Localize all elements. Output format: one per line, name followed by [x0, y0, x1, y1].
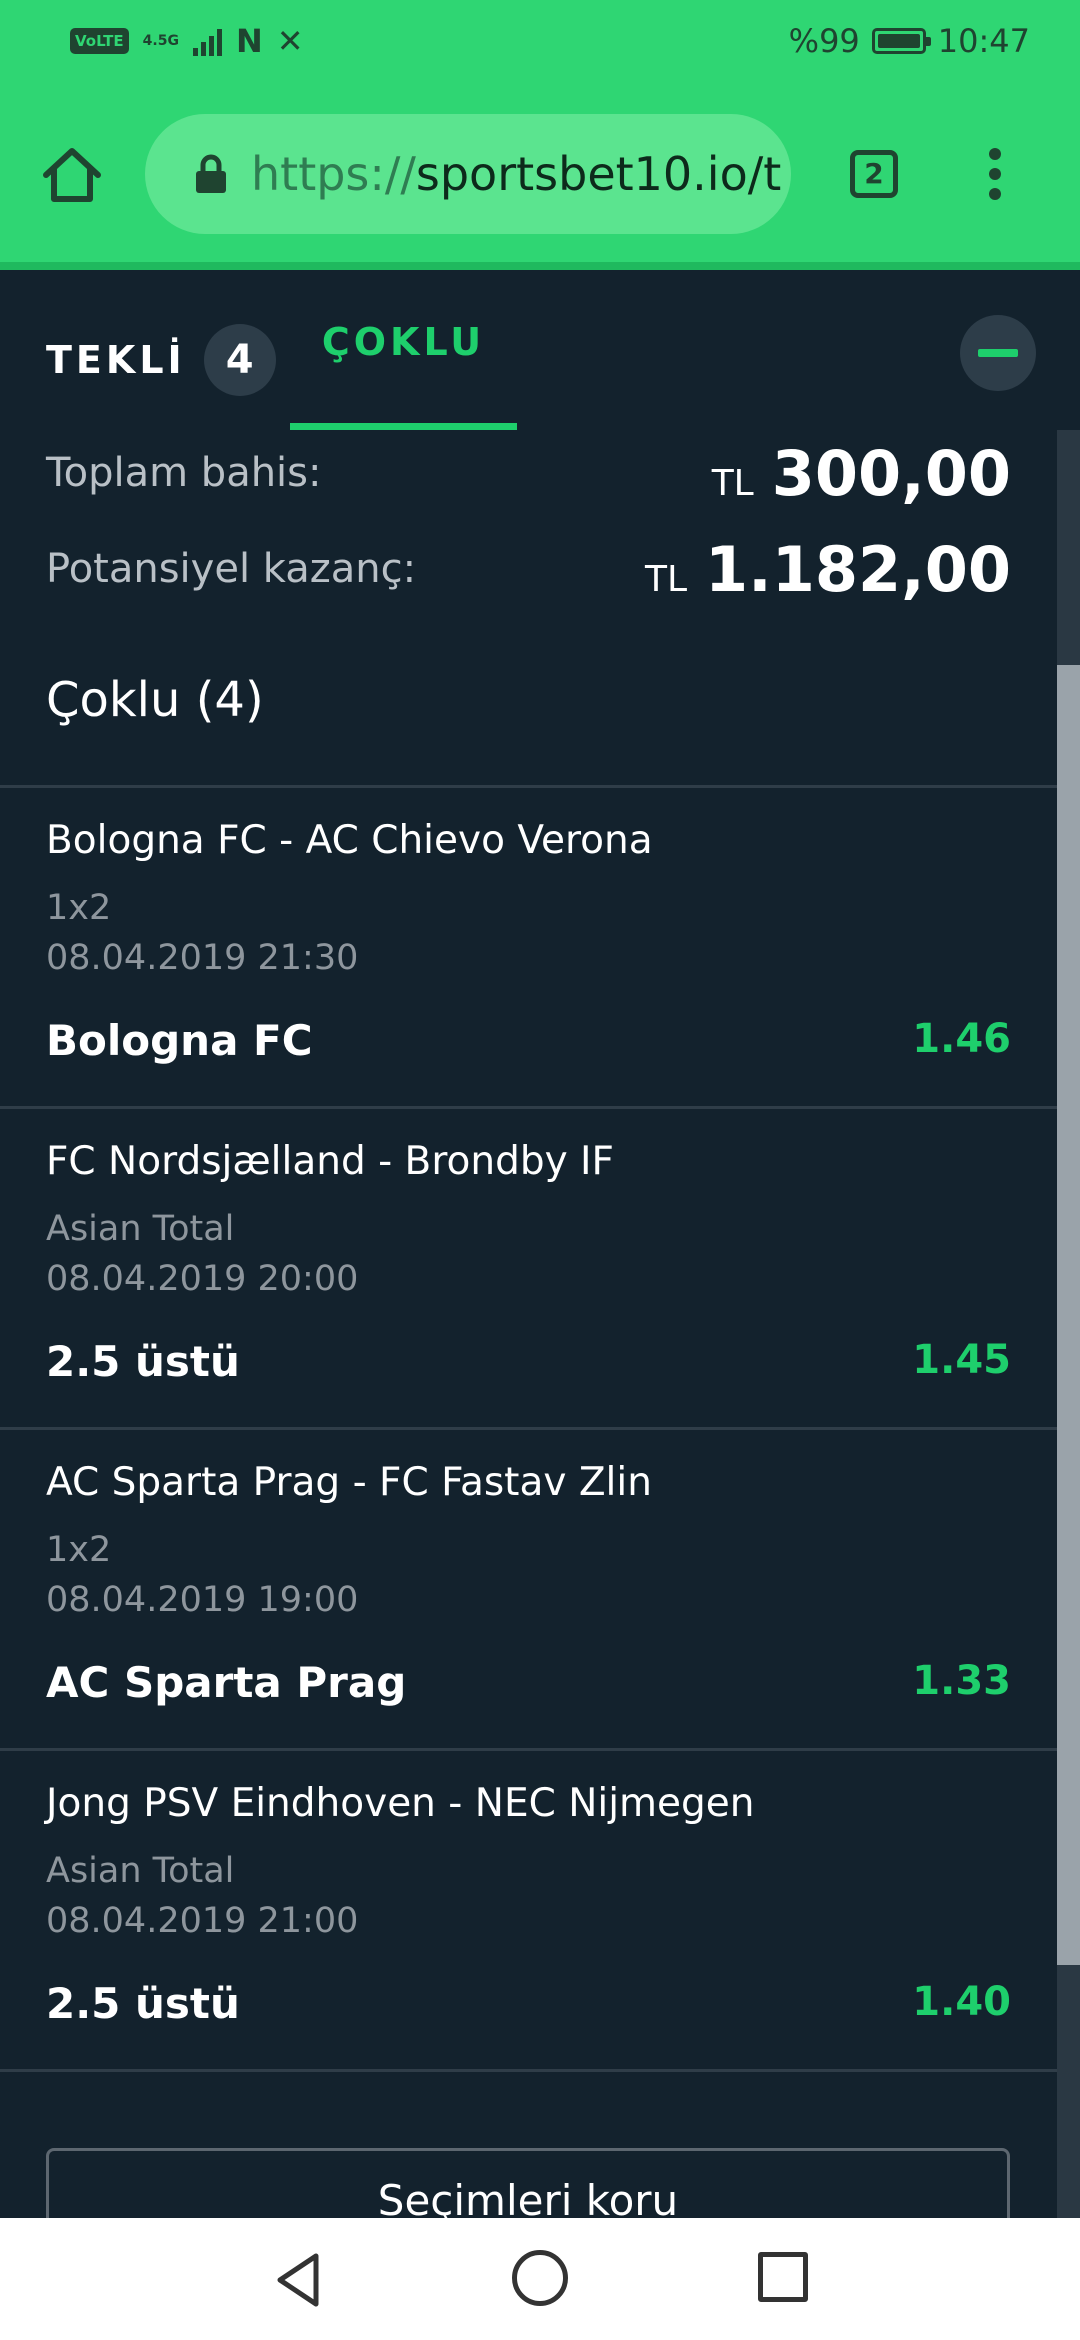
list-item[interactable]: FC Nordsjælland - Brondby IF Asian Total…: [0, 1109, 1057, 1429]
selection-pick: AC Sparta Prag: [46, 1658, 407, 1707]
selection-pick: 2.5 üstü: [46, 1337, 240, 1386]
total-stake-label: Toplam bahis:: [46, 450, 322, 496]
url-scheme: https://: [251, 147, 416, 201]
nav-back-icon[interactable]: [270, 2250, 330, 2310]
total-stake-row: Toplam bahis: TL 300,00: [46, 430, 1011, 510]
list-item[interactable]: Bologna FC - AC Chievo Verona 1x2 08.04.…: [0, 788, 1057, 1108]
event-name: Bologna FC - AC Chievo Verona: [46, 818, 653, 863]
clock: 10:47: [937, 22, 1030, 60]
lock-icon: [196, 154, 226, 193]
selection-odds: 1.45: [912, 1337, 1011, 1383]
tab-single[interactable]: TEKLİ 4: [46, 324, 276, 396]
tab-multi-label: ÇOKLU: [321, 320, 486, 364]
selection-pick: 2.5 üstü: [46, 1979, 240, 2028]
event-name: FC Nordsjælland - Brondby IF: [46, 1139, 614, 1184]
selection-pick: Bologna FC: [46, 1016, 313, 1065]
list-item[interactable]: Jong PSV Eindhoven - NEC Nijmegen Asian …: [0, 1751, 1057, 2071]
url-bar[interactable]: https://sportsbet10.io/t: [145, 114, 791, 234]
more-vert-icon[interactable]: [985, 148, 1005, 204]
nfc-icon: N: [235, 22, 263, 60]
tabs-icon[interactable]: 2: [850, 150, 898, 198]
potential-win-amount: TL 1.182,00: [645, 533, 1011, 606]
event-datetime: 08.04.2019 19:00: [46, 1580, 359, 1620]
system-nav-bar: [0, 2218, 1080, 2340]
nav-home-icon[interactable]: [512, 2250, 568, 2306]
minus-icon[interactable]: [960, 315, 1036, 391]
url-text: https://sportsbet10.io/t: [251, 147, 781, 201]
nav-recents-icon[interactable]: [758, 2252, 808, 2302]
event-name: AC Sparta Prag - FC Fastav Zlin: [46, 1460, 652, 1505]
market-name: 1x2: [46, 888, 112, 928]
total-stake-amount: TL 300,00: [712, 437, 1011, 510]
market-name: Asian Total: [46, 1209, 235, 1249]
home-icon[interactable]: [40, 145, 104, 205]
battery-icon: [871, 28, 931, 54]
network-type: 4.5G: [142, 33, 179, 49]
event-datetime: 08.04.2019 21:30: [46, 938, 359, 978]
event-datetime: 08.04.2019 20:00: [46, 1259, 359, 1299]
list-item[interactable]: AC Sparta Prag - FC Fastav Zlin 1x2 08.0…: [0, 1430, 1057, 1750]
tab-single-label: TEKLİ: [46, 338, 186, 382]
selection-odds: 1.40: [912, 1979, 1011, 2025]
signal-icon: [192, 26, 222, 56]
market-name: Asian Total: [46, 1851, 235, 1891]
potential-win-value: 1.182,00: [705, 533, 1011, 606]
selection-odds: 1.46: [912, 1016, 1011, 1062]
scrollbar-thumb[interactable]: [1057, 665, 1080, 1965]
potential-win-currency: TL: [645, 559, 688, 600]
no-sim-icon: ✕: [276, 22, 304, 60]
toolbar-shadow: [0, 262, 1080, 270]
status-bar: VoLTE 4.5G N ✕ %99 10:47: [0, 0, 1080, 90]
potential-win-row: Potansiyel kazanç: TL 1.182,00: [46, 526, 1011, 606]
total-stake-value: 300,00: [771, 437, 1011, 510]
tab-multi[interactable]: ÇOKLU: [290, 270, 517, 430]
event-name: Jong PSV Eindhoven - NEC Nijmegen: [46, 1781, 755, 1826]
betslip-tabs: TEKLİ 4 ÇOKLU: [0, 270, 1080, 430]
section-title: Çoklu (4): [46, 672, 264, 728]
selection-odds: 1.33: [912, 1658, 1011, 1704]
potential-win-label: Potansiyel kazanç:: [46, 546, 417, 592]
total-stake-currency: TL: [711, 463, 754, 504]
active-tab-indicator: [290, 423, 517, 430]
market-name: 1x2: [46, 1530, 112, 1570]
tab-single-count-badge: 4: [203, 324, 276, 396]
battery-percent: %99: [788, 22, 860, 60]
url-host: sportsbet10.io/t: [415, 147, 782, 201]
volte-indicator: VoLTE: [70, 28, 129, 54]
divider: [0, 2069, 1057, 2072]
event-datetime: 08.04.2019 21:00: [46, 1901, 359, 1941]
